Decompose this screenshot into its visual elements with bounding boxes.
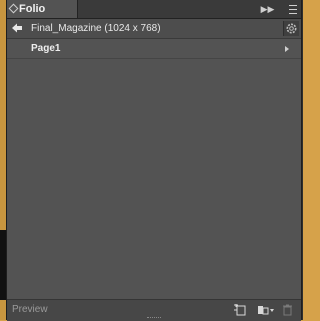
folio-builder-panel: Folio Builder ▶▶ Final_Magazine (1024 x …	[6, 0, 302, 321]
panel-menu-icon[interactable]	[283, 4, 297, 15]
preview-button[interactable]: Preview	[12, 300, 48, 319]
tab-folio-builder[interactable]: Folio Builder	[7, 0, 78, 33]
gear-icon	[286, 23, 297, 34]
import-icon[interactable]	[257, 304, 275, 316]
new-article-icon[interactable]	[233, 304, 247, 316]
page-label: Page1	[31, 43, 61, 54]
window-frame: Folio Builder ▶▶ Final_Magazine (1024 x …	[0, 0, 303, 321]
panel-controls: ▶▶	[255, 0, 297, 18]
article-list-area	[7, 59, 301, 299]
settings-button[interactable]	[283, 21, 299, 36]
back-arrow-icon[interactable]	[11, 22, 23, 34]
tab-diamond-icon	[8, 3, 19, 14]
triangle-right-icon[interactable]	[285, 46, 289, 52]
list-item-page1[interactable]: Page1	[7, 39, 301, 59]
folio-title: Final_Magazine (1024 x 768)	[31, 23, 161, 34]
panel-tab-bar: Folio Builder ▶▶	[7, 0, 301, 33]
panel-footer: Preview	[7, 299, 301, 321]
double-chevron-right-icon[interactable]: ▶▶	[261, 4, 275, 14]
trash-icon[interactable]	[282, 304, 293, 316]
folio-header: Final_Magazine (1024 x 768)	[7, 19, 301, 39]
